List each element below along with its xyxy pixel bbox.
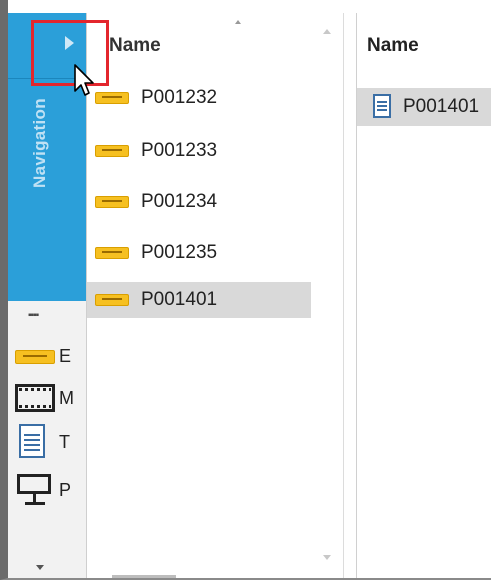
list-item-label: P001234 xyxy=(141,191,218,212)
exhibit-icon xyxy=(95,92,129,104)
nav-item-label: M xyxy=(59,388,74,408)
file-list-pane: Name P001232 P001233 P001234 P001235 P00… xyxy=(87,13,311,578)
name-column-header[interactable]: Name xyxy=(367,35,419,57)
document-icon xyxy=(373,94,391,118)
list-item-label: P001232 xyxy=(141,87,218,108)
presentation-icon xyxy=(17,472,53,508)
document-icon xyxy=(19,424,45,458)
nav-item-presentations[interactable]: P xyxy=(15,472,85,508)
exhibit-icon xyxy=(15,350,55,364)
nav-scroll-down-arrow[interactable] xyxy=(36,565,44,570)
list-item[interactable]: P001232 xyxy=(87,80,311,116)
vertical-scrollbar[interactable] xyxy=(311,13,344,578)
exhibit-icon xyxy=(95,145,129,157)
nav-item-transcripts[interactable]: T xyxy=(15,424,85,460)
list-item[interactable]: P001233 xyxy=(87,133,311,169)
name-column-header[interactable]: Name xyxy=(87,13,311,73)
horizontal-scrollbar-thumb[interactable] xyxy=(112,575,176,578)
nav-item-label: E xyxy=(59,346,72,366)
nav-item-label: P xyxy=(59,480,72,500)
list-item-label: P001235 xyxy=(141,242,218,263)
list-item[interactable]: P001235 xyxy=(87,235,311,271)
exhibit-icon xyxy=(95,294,129,306)
navigation-label: Navigation xyxy=(30,98,49,188)
nav-item-media[interactable]: M xyxy=(15,380,85,416)
film-icon xyxy=(15,384,55,412)
mouse-pointer-icon xyxy=(74,64,94,96)
list-item-label: P001401 xyxy=(141,289,218,310)
nav-item-exhibits[interactable]: E xyxy=(15,338,85,374)
exhibit-icon xyxy=(95,196,129,208)
list-item-selected[interactable]: P001401 xyxy=(87,282,311,318)
exhibit-icon xyxy=(95,247,129,259)
nav-item-label: T xyxy=(59,432,70,452)
list-item[interactable]: P001234 xyxy=(87,184,311,220)
list-item-label: P001233 xyxy=(141,140,218,161)
detail-pane: Name P001401 xyxy=(356,13,491,578)
list-item-label: P001401 xyxy=(403,96,480,117)
sort-ascending-icon xyxy=(235,20,241,24)
list-item-selected[interactable]: P001401 xyxy=(357,88,491,126)
scroll-down-arrow[interactable] xyxy=(323,555,331,560)
column-header-label: Name xyxy=(109,35,161,56)
scroll-up-arrow[interactable] xyxy=(323,29,331,34)
splitter-grip[interactable]: ▪▪▪▪ xyxy=(28,311,39,321)
highlight-box xyxy=(31,20,109,86)
